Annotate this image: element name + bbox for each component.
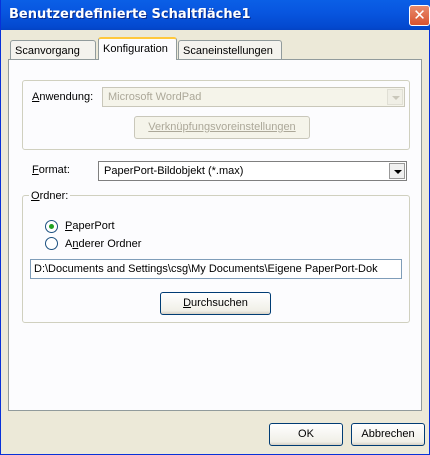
tab-scanvorgang[interactable]: Scanvorgang <box>10 40 96 60</box>
application-label: Anwendung: <box>32 91 94 103</box>
tab-konfiguration[interactable]: Konfiguration <box>98 37 177 60</box>
format-value: PaperPort-Bildobjekt (*.max) <box>104 165 244 177</box>
folder-group-label: Ordner: <box>29 190 71 202</box>
browse-button[interactable]: Durchsuchen <box>160 292 271 315</box>
format-select[interactable]: PaperPort-Bildobjekt (*.max) <box>98 161 407 181</box>
ok-button[interactable]: OK <box>269 423 343 446</box>
close-button[interactable]: ✕ <box>409 5 430 26</box>
tab-label: Scanvorgang <box>15 45 80 57</box>
close-icon: ✕ <box>413 6 426 24</box>
folder-path-field[interactable]: D:\Documents and Settings\csg\My Documen… <box>30 259 402 279</box>
radio-paperport[interactable] <box>45 220 58 233</box>
tab-label: Konfiguration <box>103 43 168 55</box>
title-bar[interactable]: Benutzerdefinierte Schaltfläche1 ✕ <box>1 0 430 30</box>
cancel-button[interactable]: Abbrechen <box>351 423 425 446</box>
chevron-down-icon[interactable] <box>387 89 403 105</box>
window-title: Benutzerdefinierte Schaltfläche1 <box>9 7 251 22</box>
radio-other-folder[interactable] <box>45 237 58 250</box>
tab-label: Scaneinstellungen <box>183 45 273 57</box>
link-preset-button[interactable]: Verknüpfungsvoreinstellungen <box>134 116 310 139</box>
folder-path-value: D:\Documents and Settings\csg\My Documen… <box>34 263 378 275</box>
tab-scaneinstellungen[interactable]: Scaneinstellungen <box>178 40 282 60</box>
application-value: Microsoft WordPad <box>108 91 202 103</box>
chevron-down-icon[interactable] <box>389 163 405 179</box>
radio-other-folder-label[interactable]: Anderer Ordner <box>65 238 141 250</box>
radio-paperport-label[interactable]: PaperPort <box>65 220 115 232</box>
format-label: Format: <box>32 164 70 176</box>
dialog-window: Benutzerdefinierte Schaltfläche1 ✕ Scanv… <box>0 0 430 455</box>
application-select[interactable]: Microsoft WordPad <box>102 87 405 107</box>
tab-panel-konfiguration: Anwendung: Microsoft WordPad Verknüpfung… <box>8 59 422 411</box>
